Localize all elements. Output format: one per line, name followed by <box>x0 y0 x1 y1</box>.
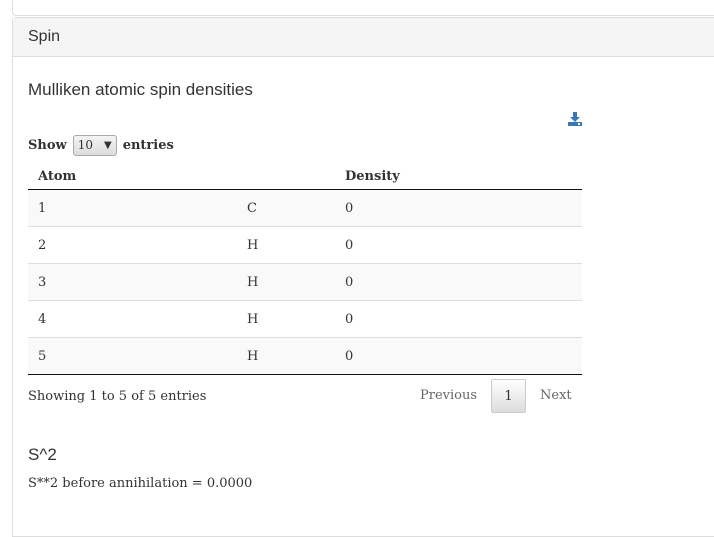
cell-element: H <box>237 263 335 301</box>
panel-heading[interactable]: Spin <box>13 18 714 57</box>
next-button[interactable]: Next <box>530 379 582 413</box>
table-row: 3 H 0 <box>28 263 582 301</box>
cell-density: 0 <box>335 300 582 338</box>
length-control: Show 10 ▼ entries <box>28 135 174 156</box>
entries-select[interactable]: 10 ▼ <box>72 135 117 156</box>
s2-title: S^2 <box>28 445 57 464</box>
cell-atom: 1 <box>28 189 237 227</box>
spin-density-table: Atom Density 1 C 0 2 H 0 3 H 0 4 H 0 5 H <box>28 164 582 375</box>
cell-element: C <box>237 189 335 227</box>
table-row: 1 C 0 <box>28 189 582 227</box>
column-header-atom[interactable]: Atom <box>28 164 237 190</box>
cell-density: 0 <box>335 263 582 301</box>
cell-atom: 5 <box>28 337 237 375</box>
cell-atom: 3 <box>28 263 237 301</box>
table-info: Showing 1 to 5 of 5 entries <box>28 389 207 404</box>
page-1-button[interactable]: 1 <box>491 379 527 413</box>
cell-element: H <box>237 300 335 338</box>
previous-panel-bottom <box>12 0 714 16</box>
pagination: Previous 1 Next <box>410 379 582 413</box>
s2-value-text: S**2 before annihilation = 0.0000 <box>28 476 253 491</box>
cell-density: 0 <box>335 226 582 264</box>
show-label: Show <box>28 138 67 153</box>
column-header-density[interactable]: Density <box>335 164 582 190</box>
cell-element: H <box>237 337 335 375</box>
cell-density: 0 <box>335 337 582 375</box>
chevron-down-icon: ▼ <box>104 140 112 151</box>
entries-select-value: 10 <box>77 138 93 152</box>
cell-atom: 4 <box>28 300 237 338</box>
table-row: 5 H 0 <box>28 337 582 375</box>
column-header-element[interactable] <box>237 164 335 190</box>
table-row: 2 H 0 <box>28 226 582 264</box>
previous-button[interactable]: Previous <box>410 379 487 413</box>
section-title: Mulliken atomic spin densities <box>28 80 253 99</box>
table-header-row: Atom Density <box>28 164 582 190</box>
table-row: 4 H 0 <box>28 300 582 338</box>
entries-label: entries <box>122 138 174 153</box>
cell-atom: 2 <box>28 226 237 264</box>
cell-element: H <box>237 226 335 264</box>
cell-density: 0 <box>335 189 582 227</box>
download-icon[interactable] <box>567 111 583 127</box>
